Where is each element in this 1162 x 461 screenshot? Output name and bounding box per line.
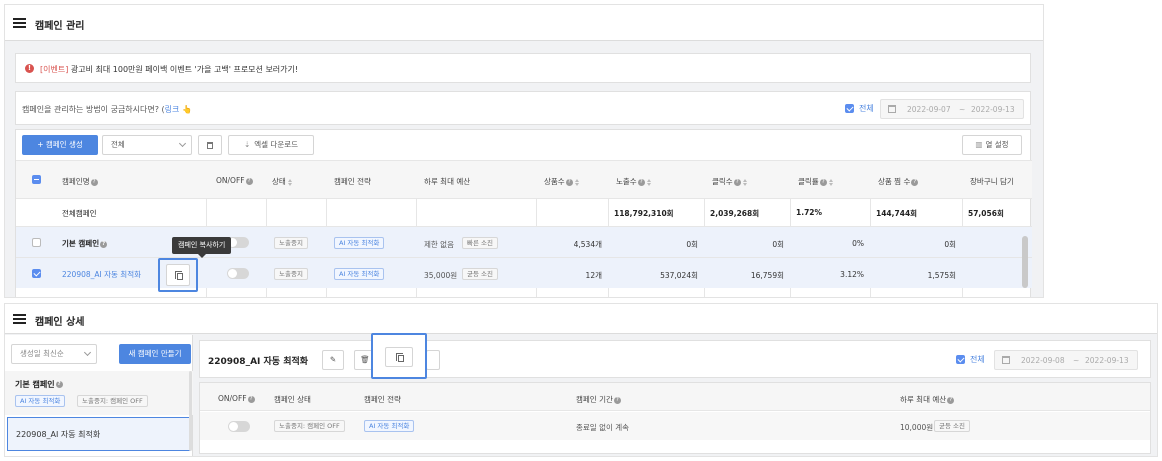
header-bar: 캠페인 상세 [5,304,1157,334]
event-tag: [이벤트] [40,65,69,74]
row-checkbox[interactable] [32,238,41,247]
all-period-checkbox[interactable] [845,104,854,113]
vertical-scrollbar[interactable] [1022,236,1028,288]
date-range-picker[interactable]: 2022-09-08 ~ 2022-09-13 [994,350,1138,370]
budget-tag: 균등 소진 [462,268,498,280]
copy-icon [396,353,404,362]
help-icon: ? [90,178,98,186]
help-icon: ? [247,395,255,403]
edit-icon: ✎ [329,355,337,364]
campaign-table-card: + 캠페인 생성 전체 ⇣ 엑셀 다운로드 ▥ 열 설정 캠페인명? ON/OFF?… [15,129,1032,297]
sort-icon[interactable] [828,178,834,186]
all-period-checkbox[interactable] [956,355,965,364]
strategy-badge: AI 자동 최적화 [334,268,385,280]
sort-icon[interactable] [646,178,652,186]
list-item-selected[interactable]: 220908_AI 자동 최적화 [7,417,191,451]
status-badge: 노출중지: 캠페인 OFF [274,420,345,432]
sort-select[interactable]: 생성일 최신순 [11,344,97,364]
download-icon: ⇣ [243,140,251,149]
more-button[interactable] [426,350,440,370]
onoff-toggle[interactable] [227,268,249,279]
edit-button[interactable]: ✎ [322,350,344,370]
copy-tooltip: 캠페인 복사하기 [172,237,232,258]
excel-download-button[interactable]: ⇣ 엑셀 다운로드 [228,135,314,155]
help-icon: ? [637,178,645,186]
sort-icon[interactable] [287,178,293,186]
copy-campaign-button[interactable] [385,347,413,367]
status-badge: 노출중지 [274,237,308,249]
guide-bar: 캠페인을 관리하는 방법이 궁금하시다면? (링크 👆 전체 2022-09-0… [15,91,1031,125]
hand-pointer-icon: 👆 [181,105,192,114]
help-icon: ? [911,178,919,186]
help-icon: ? [819,178,827,186]
budget-tag: 빠른 소진 [462,237,498,249]
all-period-label: 전체 [859,104,874,113]
onoff-toggle[interactable] [228,421,250,432]
columns-icon: ▥ [975,140,983,149]
detail-header: 220908_AI 자동 최적화 ✎ 🗑 전체 2022-09-08 ~ 202… [199,340,1151,378]
row-checkbox[interactable] [32,269,41,278]
alert-icon: ! [25,64,34,73]
event-text: 광고비 최대 100만원 페이백 이벤트 '가을 고백' 프로모션 보러가기! [70,65,299,74]
help-icon: ? [947,396,955,404]
sort-icon[interactable] [742,178,748,186]
column-settings-button[interactable]: ▥ 열 설정 [962,135,1022,155]
help-icon: ? [100,240,108,248]
select-all-checkbox[interactable] [32,175,41,184]
campaign-filter-select[interactable]: 전체 [102,135,192,155]
trash-icon [207,142,213,149]
copy-campaign-button[interactable] [166,264,190,286]
chevron-down-icon [178,139,187,148]
event-banner[interactable]: ! [이벤트] 광고비 최대 100만원 페이백 이벤트 '가을 고백' 프로모… [15,53,1031,83]
help-icon: ? [565,178,573,186]
status-badge: 노출중지 [274,268,308,280]
hamburger-menu-icon[interactable] [13,314,26,324]
sort-icon[interactable] [574,178,580,186]
guide-text: 캠페인을 관리하는 방법이 궁금하시다면? ( [22,105,165,114]
header-bar: 캠페인 관리 [5,5,1043,41]
calendar-icon [888,105,896,113]
campaign-detail-panel: 캠페인 상세 생성일 최신순 새 캠페인 만들기 기본 캠페인? AI 자동 최… [4,303,1158,457]
create-campaign-button[interactable]: + 캠페인 생성 [22,135,98,155]
table-header [200,383,1150,411]
strategy-badge: AI 자동 최적화 [334,237,385,249]
chevron-down-icon [83,348,92,357]
date-range-picker[interactable]: 2022-09-07 ~ 2022-09-13 [880,99,1024,119]
list-item[interactable]: 기본 캠페인? AI 자동 최적화 노출중지: 캠페인 OFF [5,371,193,415]
strategy-badge: AI 자동 최적화 [364,420,415,432]
hamburger-menu-icon[interactable] [13,18,26,28]
calendar-icon [1002,356,1010,364]
delete-button[interactable] [198,135,222,155]
all-period-label: 전체 [970,355,985,364]
guide-link[interactable]: 링크 [165,105,180,114]
trash-icon: 🗑 [360,355,370,364]
budget-tag: 균등 소진 [934,420,970,432]
help-icon: ? [613,396,621,404]
detail-table: ON/OFF? 캠페인 상태 캠페인 전략 캠페인 기간? 하루 최대 예산? … [199,382,1151,454]
status-badge: 노출중지: 캠페인 OFF [77,395,148,407]
help-icon: ? [55,381,63,388]
help-icon: ? [245,177,253,185]
campaign-name-link[interactable]: 220908_AI 자동 최적화 [62,269,141,280]
page-title: 캠페인 관리 [35,21,85,32]
copy-icon [175,271,183,280]
strategy-badge: AI 자동 최적화 [15,395,66,407]
campaign-list-sidebar: 생성일 최신순 새 캠페인 만들기 기본 캠페인? AI 자동 최적화 노출중지… [5,335,193,456]
help-icon: ? [733,178,741,186]
page-title: 캠페인 상세 [35,317,85,328]
sidebar-scrollbar[interactable] [189,371,192,451]
campaign-management-panel: 캠페인 관리 ! [이벤트] 광고비 최대 100만원 페이백 이벤트 '가을 … [4,4,1044,298]
new-campaign-button[interactable]: 새 캠페인 만들기 [119,344,191,364]
campaign-name: 220908_AI 자동 최적화 [208,357,309,367]
